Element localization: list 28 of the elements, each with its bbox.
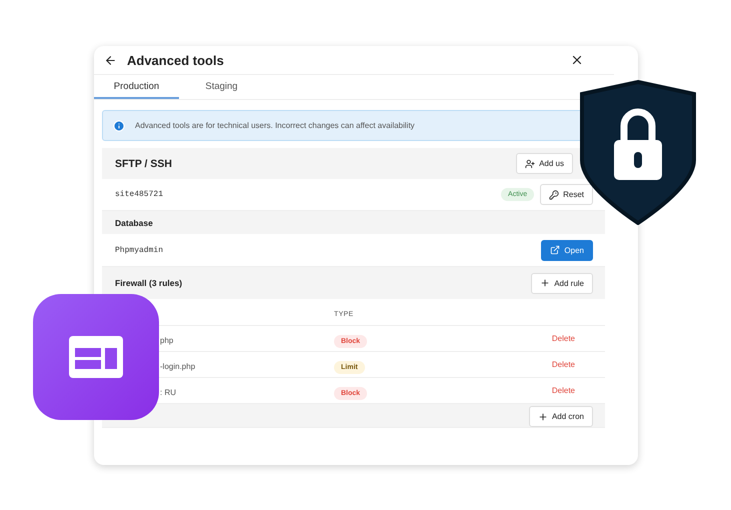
reset-button[interactable]: Reset — [540, 184, 593, 205]
delete-link[interactable]: Delete — [552, 360, 575, 369]
back-button[interactable] — [104, 54, 117, 66]
section-title: Firewall (3 rules) — [115, 278, 182, 288]
add-user-icon — [525, 158, 536, 168]
dialog-title: Advanced tools — [127, 52, 225, 68]
add-cron-button[interactable]: Add cron — [528, 406, 593, 427]
rule-target: -login.php — [160, 362, 196, 370]
database-name: Phpmyadmin — [115, 246, 164, 254]
rule-target: : RU — [160, 388, 176, 396]
key-icon — [549, 190, 560, 200]
add-user-button[interactable]: Add us — [516, 153, 573, 174]
info-icon — [113, 120, 125, 132]
rule-target: php — [160, 336, 174, 344]
close-button[interactable] — [570, 53, 584, 67]
tab[interactable]: Staging — [179, 75, 264, 99]
section-title: SFTP / SSH — [115, 158, 172, 170]
add-rule-button[interactable]: Add rule — [531, 272, 593, 294]
delete-link[interactable]: Delete — [552, 334, 575, 343]
info-text: Advanced tools are for technical users. Incorrect changes can affect availability — [135, 121, 415, 130]
username: site485721 — [115, 190, 164, 199]
external-link-icon — [550, 245, 560, 255]
plus-icon — [538, 412, 548, 422]
section-title: Database — [115, 218, 153, 228]
tab[interactable]: Production — [94, 75, 179, 99]
plus-icon — [540, 278, 550, 288]
delete-link[interactable]: Delete — [552, 386, 575, 395]
open-button[interactable]: Open — [541, 240, 593, 260]
